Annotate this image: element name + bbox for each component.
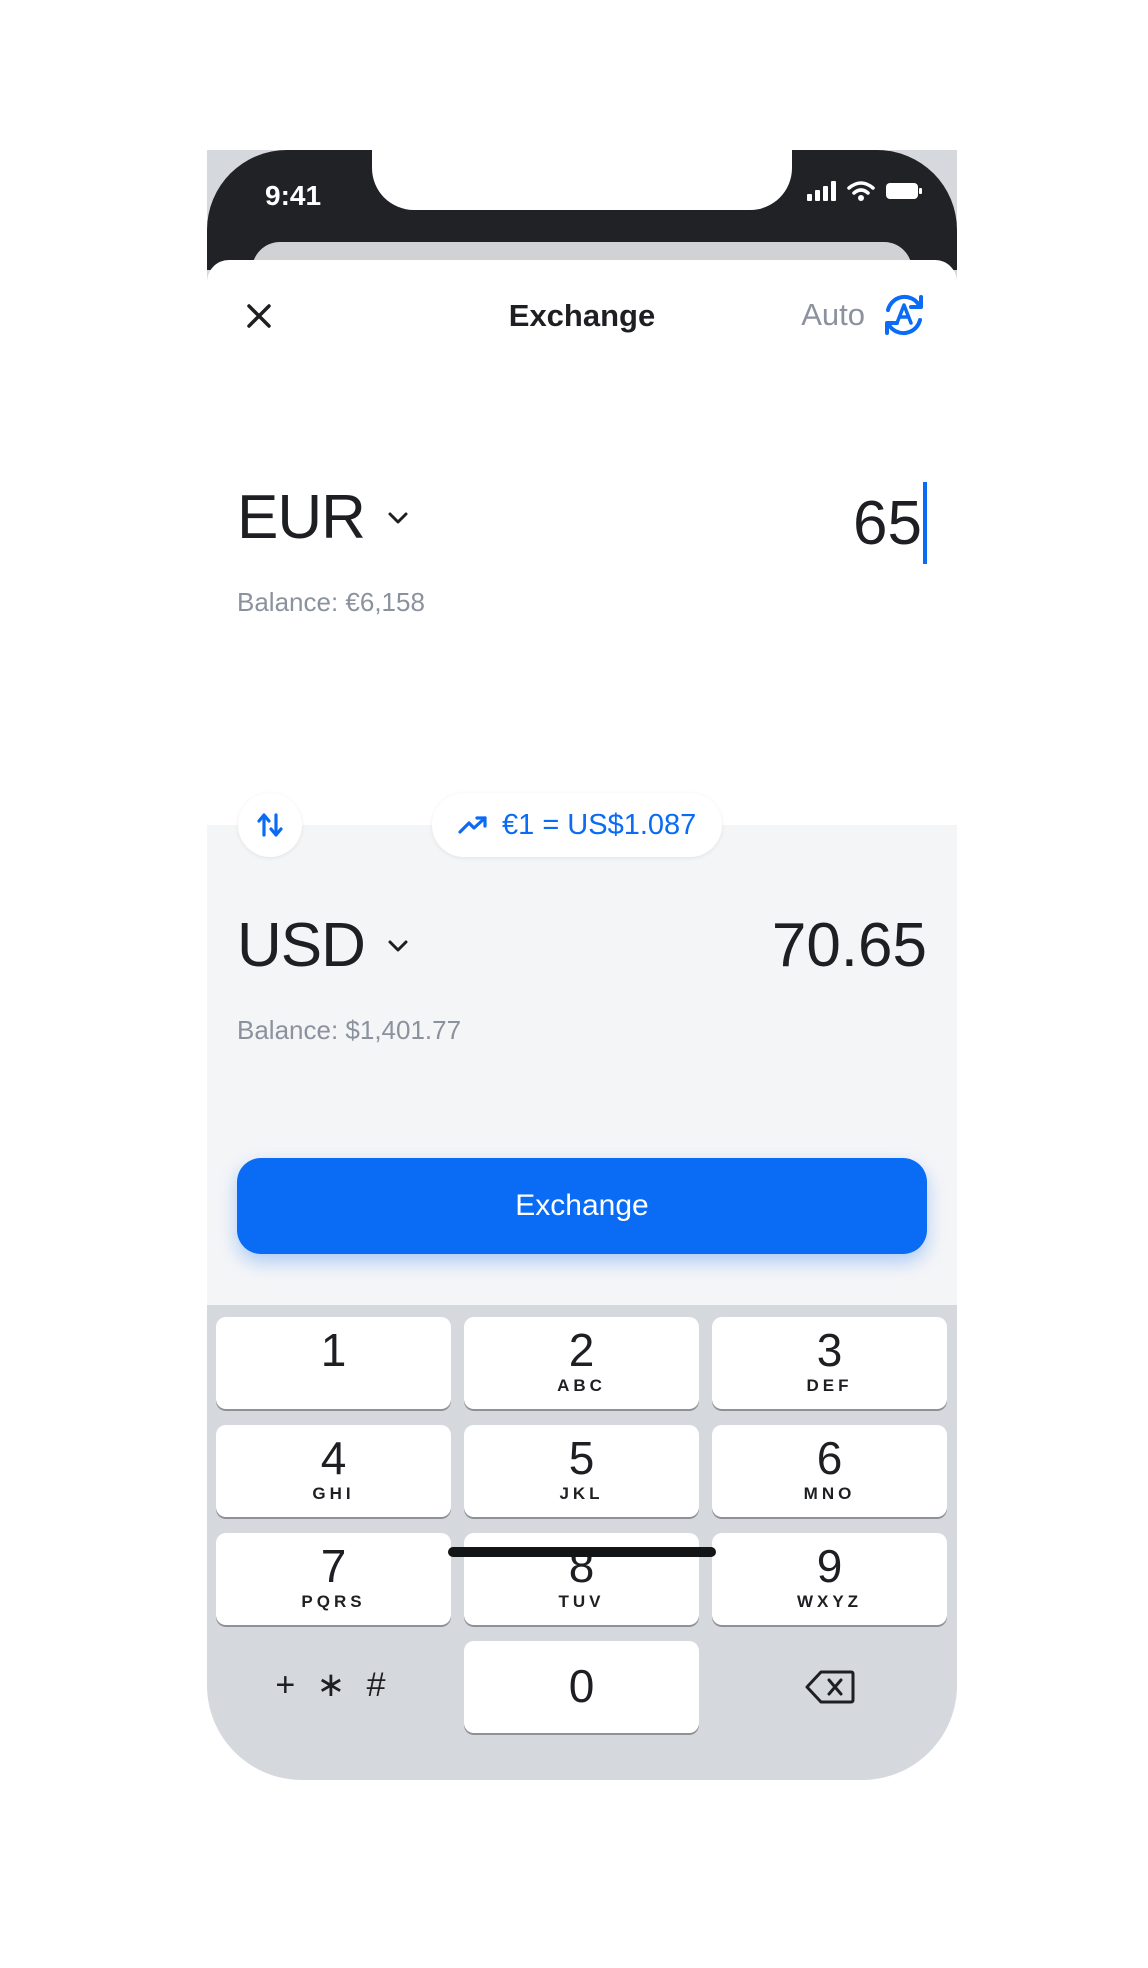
exchange-rate-pill[interactable]: €1 = US$1.087 (432, 793, 723, 857)
signal-icon (807, 181, 836, 201)
status-icons (807, 180, 923, 202)
key-digit: 4 (320, 1432, 347, 1484)
key-digit: 6 (816, 1432, 843, 1484)
key-7[interactable]: 7 PQRS (216, 1533, 451, 1625)
trending-up-icon (458, 816, 487, 834)
wifi-icon (847, 181, 875, 201)
key-symbols[interactable]: + ∗ # (216, 1641, 451, 1733)
key-5[interactable]: 5 JKL (464, 1425, 699, 1517)
key-6[interactable]: 6 MNO (712, 1425, 947, 1517)
numeric-keypad: 1 2 ABC 3 DEF 4 GHI 5 JKL 6 MNO 7 PQRS 8… (207, 1305, 957, 1780)
key-4[interactable]: 4 GHI (216, 1425, 451, 1517)
key-3[interactable]: 3 DEF (712, 1317, 947, 1409)
key-letters: ABC (557, 1376, 606, 1395)
phone-frame: 9:41 Exchange Auto EUR 65 Balance: €6,15… (207, 150, 957, 1780)
key-0[interactable]: 0 (464, 1641, 699, 1733)
from-currency-code: EUR (237, 483, 366, 552)
key-letters: PQRS (301, 1592, 366, 1611)
chevron-down-icon (388, 940, 408, 951)
key-letters: JKL (559, 1484, 604, 1503)
key-digit: 7 (320, 1540, 347, 1592)
key-1[interactable]: 1 (216, 1317, 451, 1409)
to-amount-value[interactable]: 70.65 (772, 910, 927, 981)
exchange-button[interactable]: Exchange (237, 1158, 927, 1254)
exchange-rate-text: €1 = US$1.087 (502, 808, 697, 841)
nav-bar: Exchange Auto (207, 260, 957, 370)
key-digit: 8 (568, 1540, 595, 1592)
to-currency-code: USD (237, 911, 366, 980)
swap-arrows-icon (257, 813, 283, 837)
backspace-key[interactable] (712, 1641, 947, 1733)
key-digit: 0 (568, 1660, 595, 1712)
to-balance: Balance: $1,401.77 (237, 1015, 462, 1045)
status-time: 9:41 (265, 180, 322, 211)
key-letters: WXYZ (796, 1592, 863, 1611)
from-balance: Balance: €6,158 (237, 587, 425, 617)
key-letters: DEF (806, 1376, 853, 1395)
key-digit: 1 (320, 1324, 347, 1376)
from-amount-input[interactable]: 65 (853, 482, 927, 564)
text-caret (923, 482, 927, 564)
auto-label: Auto (801, 297, 865, 332)
key-digit: 9 (816, 1540, 843, 1592)
from-currency-section: EUR 65 Balance: €6,158 (237, 482, 927, 618)
key-digit: 2 (568, 1324, 595, 1376)
swap-currencies-button[interactable] (238, 793, 302, 857)
auto-exchange-icon (885, 294, 923, 336)
key-digit: 5 (568, 1432, 595, 1484)
home-indicator (448, 1547, 716, 1557)
key-letters: GHI (312, 1484, 355, 1503)
key-digit: 3 (816, 1324, 843, 1376)
auto-exchange-button[interactable]: Auto (801, 290, 929, 340)
notch (372, 150, 792, 210)
key-letters: TUV (558, 1592, 605, 1611)
key-9[interactable]: 9 WXYZ (712, 1533, 947, 1625)
from-amount-value: 65 (853, 488, 922, 558)
chevron-down-icon (388, 512, 408, 523)
key-letters: MNO (803, 1484, 856, 1503)
to-currency-section: USD 70.65 Balance: $1,401.77 (237, 910, 927, 1046)
battery-icon (886, 183, 922, 199)
backspace-icon (805, 1670, 854, 1704)
key-2[interactable]: 2 ABC (464, 1317, 699, 1409)
key-symbols-label: + ∗ # (275, 1666, 392, 1704)
from-currency-selector[interactable]: EUR (237, 482, 927, 553)
